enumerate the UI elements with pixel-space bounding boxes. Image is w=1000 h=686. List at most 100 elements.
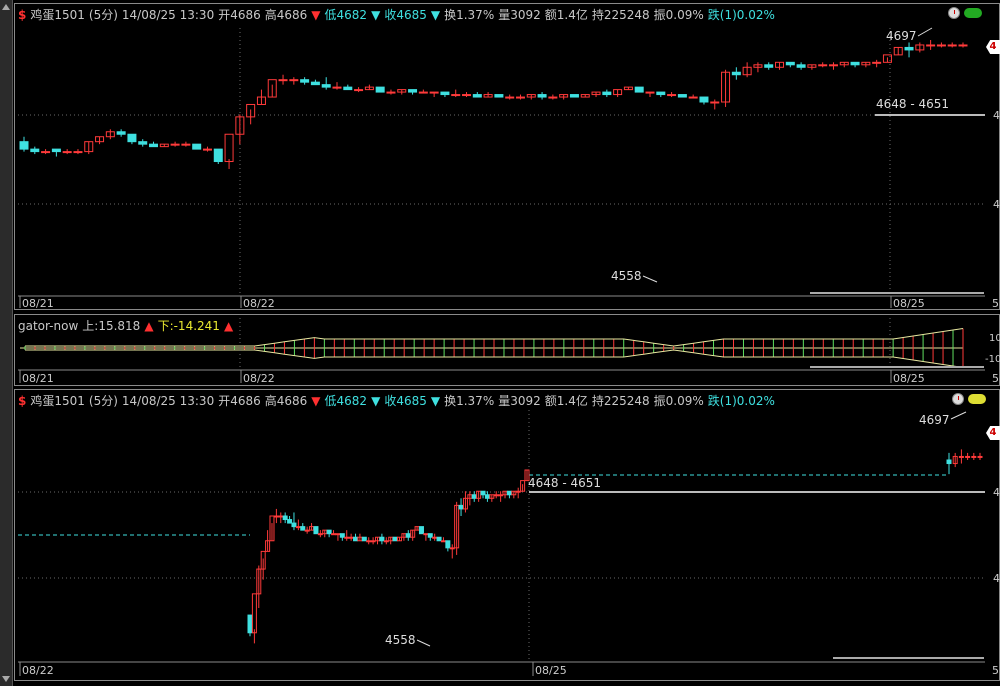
candle-body-2 [331, 533, 337, 536]
high-label-2: 4697 [919, 413, 950, 427]
candle-body [149, 143, 159, 148]
candle-body [926, 44, 936, 47]
candle-body-2 [958, 455, 964, 458]
candle-body [699, 96, 709, 103]
candle-body-2 [247, 614, 253, 634]
candle-body [904, 46, 914, 51]
x-axis-edge-label-2: 5 [992, 664, 999, 677]
candle-body [300, 79, 310, 83]
candle-body-2 [366, 540, 372, 543]
candle-body [51, 148, 61, 153]
candle-body-2 [480, 490, 486, 496]
candle-body-2 [326, 529, 332, 535]
candle-body [645, 91, 655, 94]
candle-body-2 [304, 529, 310, 532]
candle-body [656, 91, 666, 96]
candle-body-2 [335, 533, 341, 536]
candle-body-2 [300, 526, 306, 531]
candle-body [418, 91, 428, 94]
candle-body-2 [295, 526, 301, 529]
candle-body-2 [339, 533, 345, 538]
candle-body-2 [273, 515, 279, 518]
candle-body [947, 44, 957, 47]
candle-body [202, 148, 212, 151]
candle-body-2 [946, 459, 952, 465]
candle-body [408, 89, 418, 93]
right-axis-tick: 4 [993, 109, 1000, 122]
high-pointer-2 [950, 411, 967, 420]
candle-body-2 [498, 494, 504, 497]
range-label-2: 4648 - 4651 [528, 476, 601, 490]
low-pointer [642, 275, 658, 283]
candle-body [548, 96, 558, 99]
right-axis-tick-2: 4 [993, 572, 1000, 585]
candle-body-2 [370, 540, 376, 543]
x-axis-label: 08/21 [22, 297, 54, 310]
candle-body [472, 94, 482, 98]
low-label-2: 4558 [385, 633, 416, 647]
candle-body [213, 148, 223, 163]
candle-body [677, 94, 687, 98]
candle-body-2 [317, 533, 323, 536]
candle-body [850, 61, 860, 66]
low-label: 4558 [611, 269, 642, 283]
candle-body [73, 151, 83, 154]
candle-body [667, 94, 677, 97]
candle-body-2 [449, 547, 455, 550]
candle-body [181, 143, 191, 146]
candle-body [958, 44, 968, 47]
gator-x-label: 08/25 [893, 372, 925, 385]
candle-body-2 [291, 522, 297, 528]
candle-body-2 [418, 526, 424, 535]
candle-body [310, 81, 320, 86]
candle-body [375, 86, 385, 93]
candle-body [710, 101, 720, 104]
gator-scale-bottom: -10 [985, 354, 1000, 365]
candle-body [30, 148, 40, 153]
candle-body [634, 86, 644, 93]
candle-body [170, 143, 180, 146]
candle-body-2 [282, 515, 288, 521]
gator-x-label: 08/21 [22, 372, 54, 385]
gator-x-edge-label: 5 [992, 372, 999, 385]
high-label: 4697 [886, 29, 917, 43]
candle-body-2 [348, 536, 354, 539]
candle-body [116, 131, 126, 135]
candle-body [569, 94, 579, 98]
candle-body-2 [436, 536, 442, 542]
candle-body [138, 141, 148, 145]
high-pointer [917, 27, 933, 37]
candle-body [796, 64, 806, 68]
candle-body-2 [965, 455, 971, 458]
candle-body [537, 94, 547, 98]
x-axis-label: 08/25 [893, 297, 925, 310]
candle-body [192, 143, 202, 150]
candle-body [354, 89, 364, 92]
candle-body-2 [423, 533, 429, 536]
x-axis-label: 08/22 [243, 297, 275, 310]
candle-body [936, 44, 946, 47]
candle-body [321, 84, 331, 88]
x-axis-edge-label: 5 [992, 297, 999, 310]
candle-body [828, 64, 838, 67]
candle-body-2 [383, 540, 389, 543]
candle-body [127, 133, 137, 143]
candle-body-2 [432, 536, 438, 539]
candle-body [785, 61, 795, 66]
candle-body-2 [458, 504, 464, 510]
candle-body [494, 94, 504, 98]
candle-body-2 [971, 455, 977, 458]
chart-canvas[interactable]: 4 4 08/21 08/22 08/25 5 4648 - 4651 4697 4558 10 -… [0, 0, 1000, 686]
candle-body-2 [344, 536, 350, 539]
candle-body [343, 86, 353, 91]
candle-body [19, 141, 29, 150]
low-pointer-2 [416, 639, 431, 647]
candle-body-2 [445, 540, 451, 549]
candle-body-2 [379, 536, 385, 542]
candle-body [462, 94, 472, 97]
candle-body-2 [287, 519, 293, 524]
candle-body [332, 86, 342, 89]
candle-body [872, 61, 882, 64]
candle-body [764, 64, 774, 68]
right-axis-tick-2: 4 [993, 486, 1000, 499]
